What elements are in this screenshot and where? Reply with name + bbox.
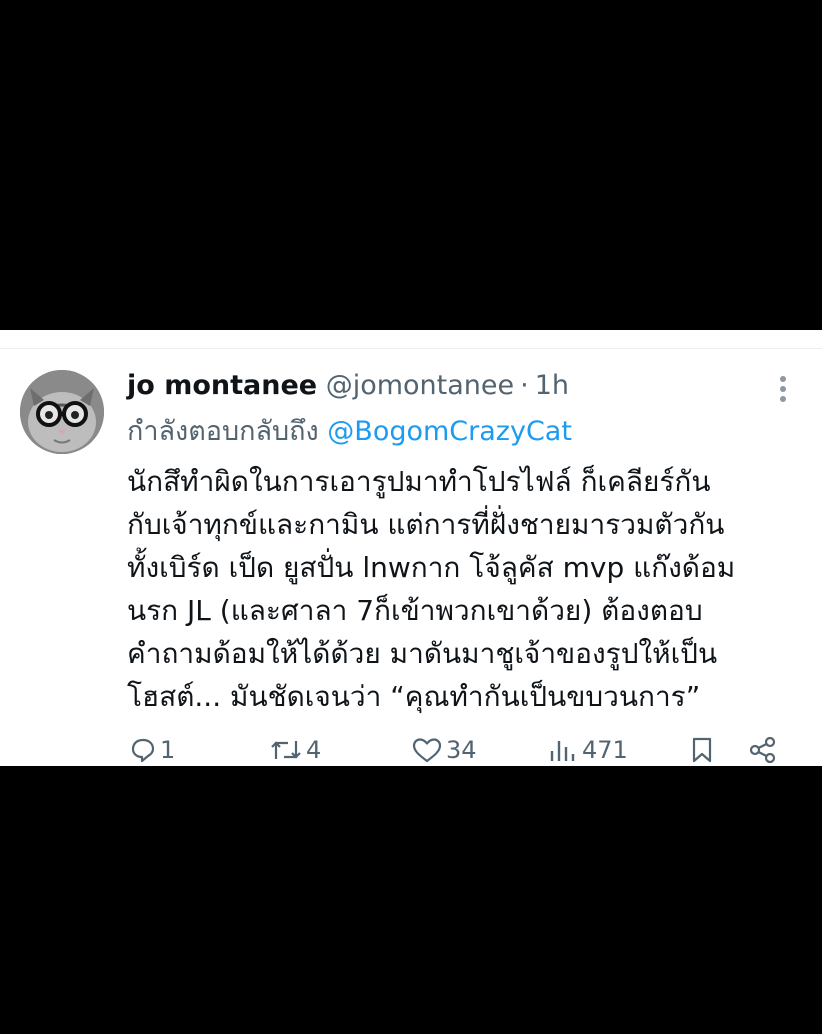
- tweet-text-line: นรก JL (และศาลา 7ก็เข้าพวกเขาด้วย) ต้องต…: [127, 594, 703, 627]
- share-button[interactable]: [748, 730, 778, 766]
- share-icon: [749, 736, 776, 764]
- display-name[interactable]: jo montanee: [127, 370, 317, 401]
- tweet-text-line: กับเจ้าทุกข์และกามิน แต่การที่ฝั่งชายมาร…: [127, 508, 725, 541]
- view-count: 471: [582, 736, 628, 764]
- tweet-header: jo montanee @jomontanee · 1h: [127, 366, 569, 406]
- retweet-count: 4: [306, 736, 322, 764]
- reply-button[interactable]: 1: [130, 730, 175, 766]
- like-count: 34: [446, 736, 477, 764]
- reply-prefix: กำลังตอบกลับถึง: [127, 416, 319, 447]
- retweet-button[interactable]: 4: [270, 730, 321, 766]
- reply-count: 1: [160, 736, 176, 764]
- tweet-text-line: นักสึทำผิดในการเอารูปมาทำโปรไฟล์ ก็เคลีย…: [127, 465, 711, 498]
- screenshot-frame: jo montanee @jomontanee · 1h กำลังตอบกลับถ…: [0, 0, 822, 1034]
- separator-dot: ·: [520, 370, 529, 401]
- retweet-icon: [271, 741, 301, 759]
- tweet-text-line: ทั้งเบิร์ด เป็ด ยูสปั่น lnwกาก โจ้ลูคัส …: [127, 551, 736, 584]
- tweet-text: นักสึทำผิดในการเอารูปมาทำโปรไฟล์ ก็เคลีย…: [127, 460, 797, 718]
- bookmark-icon: [692, 737, 712, 763]
- reply-icon: [131, 738, 155, 763]
- tweet-card[interactable]: jo montanee @jomontanee · 1h กำลังตอบกลับถ…: [0, 330, 822, 766]
- reply-context: กำลังตอบกลับถึง @BogomCrazyCat: [127, 412, 572, 452]
- like-button[interactable]: 34: [412, 730, 477, 766]
- user-handle[interactable]: @jomontanee: [326, 370, 514, 401]
- reply-target-link[interactable]: @BogomCrazyCat: [327, 416, 572, 447]
- bookmark-button[interactable]: [690, 730, 714, 766]
- tweet-text-line: โฮสต์... มันชัดเจนว่า “คุณทำกันเป็นขบวนก…: [127, 680, 701, 713]
- views-bar-chart-icon: [550, 741, 575, 761]
- cat-with-glasses-avatar-icon: [20, 370, 104, 454]
- avatar[interactable]: [20, 370, 104, 454]
- more-vertical-icon[interactable]: [778, 376, 788, 406]
- tweet-text-line: คำถามด้อมให้ได้ด้วย มาดันมาชูเจ้าของรูปใ…: [127, 637, 718, 670]
- action-bar: 1 4 34 471: [0, 730, 822, 766]
- heart-icon: [412, 738, 442, 763]
- views-button[interactable]: 471: [548, 730, 628, 766]
- divider: [0, 348, 822, 349]
- timestamp[interactable]: 1h: [535, 370, 569, 401]
